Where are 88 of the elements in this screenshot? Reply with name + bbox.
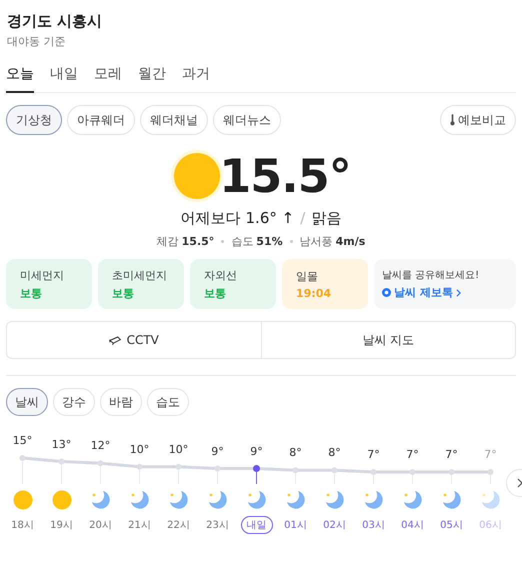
hour-temperature: 7° [445,448,458,463]
detail-label: 남서풍 [300,234,333,249]
card-value: 보통 [112,286,135,300]
hour-label: 01시 [284,519,307,532]
sun-icon [171,150,224,202]
info-card[interactable]: 미세먼지 보통 [6,259,92,309]
day-tab[interactable]: 월간 [138,61,166,93]
chart-tab[interactable]: 바람 [100,388,142,416]
source-chip[interactable]: 웨더뉴스 [213,105,281,135]
moon-icon [130,490,150,510]
hour-temperature: 8° [328,446,341,462]
moon-icon [286,490,306,510]
moon-icon [90,490,110,510]
hour-label: 03시 [362,519,385,532]
hour-temperature: 7° [406,448,419,463]
moon-icon [442,490,462,510]
card-label: 미세먼지 [20,268,65,282]
source-chip[interactable]: 아큐웨더 [67,105,135,135]
detail-label: 체감 [156,234,179,249]
hour-temperature: 13° [52,438,72,452]
location-title: 경기도 시흥시 [7,12,104,31]
card-label: 날씨를 공유해보세요! [382,269,480,282]
slash-divider: / [300,209,306,228]
moon-icon [246,490,266,510]
link-button[interactable]: 날씨 지도 [260,322,515,358]
chart-tab[interactable]: 강수 [53,388,95,416]
hour-label: 23시 [206,519,229,532]
info-card[interactable]: 초미세먼지 보통 [98,259,184,309]
hour-temperature: 8° [289,446,302,462]
detail-value: 4m/s [336,235,366,248]
thermometer-icon [450,114,455,126]
day-tab[interactable]: 과거 [182,61,210,93]
sun-icon [52,490,72,510]
moon-icon [480,490,500,510]
day-tab[interactable]: 내일 [50,61,78,93]
hour-label: 04시 [401,519,424,532]
info-card[interactable]: 일몰 19:04 [282,259,368,309]
card-value: 보통 [20,286,43,300]
hour-temperature: 9° [250,444,263,460]
hour-temperature: 12° [90,439,110,454]
day-tab[interactable]: 오늘 [6,61,34,93]
hour-label: 06시 [479,519,502,532]
chevron-icon [456,288,461,296]
moon-icon [208,490,228,510]
detail-label: 습도 [231,234,254,249]
badge-icon [382,288,391,297]
card-label: 자외선 [204,268,238,282]
hour-label: 19시 [50,519,73,532]
sun-icon [12,490,32,510]
compare-button[interactable]: 예보비교 [440,105,516,135]
hour-label: 20시 [89,519,112,532]
card-value: 보통 [204,286,227,300]
info-card[interactable]: 날씨를 공유해보세요! 날씨 제보톡 [374,259,516,309]
detail-value: 15.5° [182,235,214,248]
day-tab[interactable]: 모레 [94,61,122,93]
info-card[interactable]: 자외선 보통 [190,259,276,309]
hour-label: 내일 [240,516,272,534]
temperature-compare: 어제보다 1.6° ↑ [180,209,294,228]
hour-temperature: 7° [367,448,380,463]
location-subtitle: 대야동 기준 [7,34,66,49]
moon-icon [402,490,422,510]
hour-temperature: 10° [168,442,188,458]
hour-label: 18시 [11,519,34,532]
source-chip[interactable]: 기상청 [6,105,62,135]
hour-temperature: 10° [130,442,150,458]
chart-tab[interactable]: 습도 [147,388,189,416]
card-label: 일몰 [296,268,319,284]
hour-label: 21시 [128,519,151,532]
hour-temperature: 15° [12,434,32,449]
chart-tab[interactable]: 날씨 [6,388,48,416]
card-label: 초미세먼지 [112,268,168,282]
camera-icon [108,334,123,346]
source-chip[interactable]: 웨더채널 [140,105,208,135]
weather-condition: 맑음 [311,209,342,228]
current-temperature: 15.5° [219,149,351,203]
moon-icon [168,490,188,510]
moon-icon [324,490,344,510]
hour-label: 02시 [323,519,346,532]
moon-icon [364,490,384,510]
hour-temperature: 7° [484,448,497,463]
share-link[interactable]: 날씨 제보톡 [382,285,516,300]
hour-label: 05시 [440,519,463,532]
chevron-icon [517,478,522,488]
hour-label: 22시 [167,519,190,532]
hour-temperature: 9° [211,444,224,460]
card-value: 19:04 [296,286,332,300]
detail-value: 51% [256,235,283,248]
link-button[interactable]: CCTV [7,322,260,358]
